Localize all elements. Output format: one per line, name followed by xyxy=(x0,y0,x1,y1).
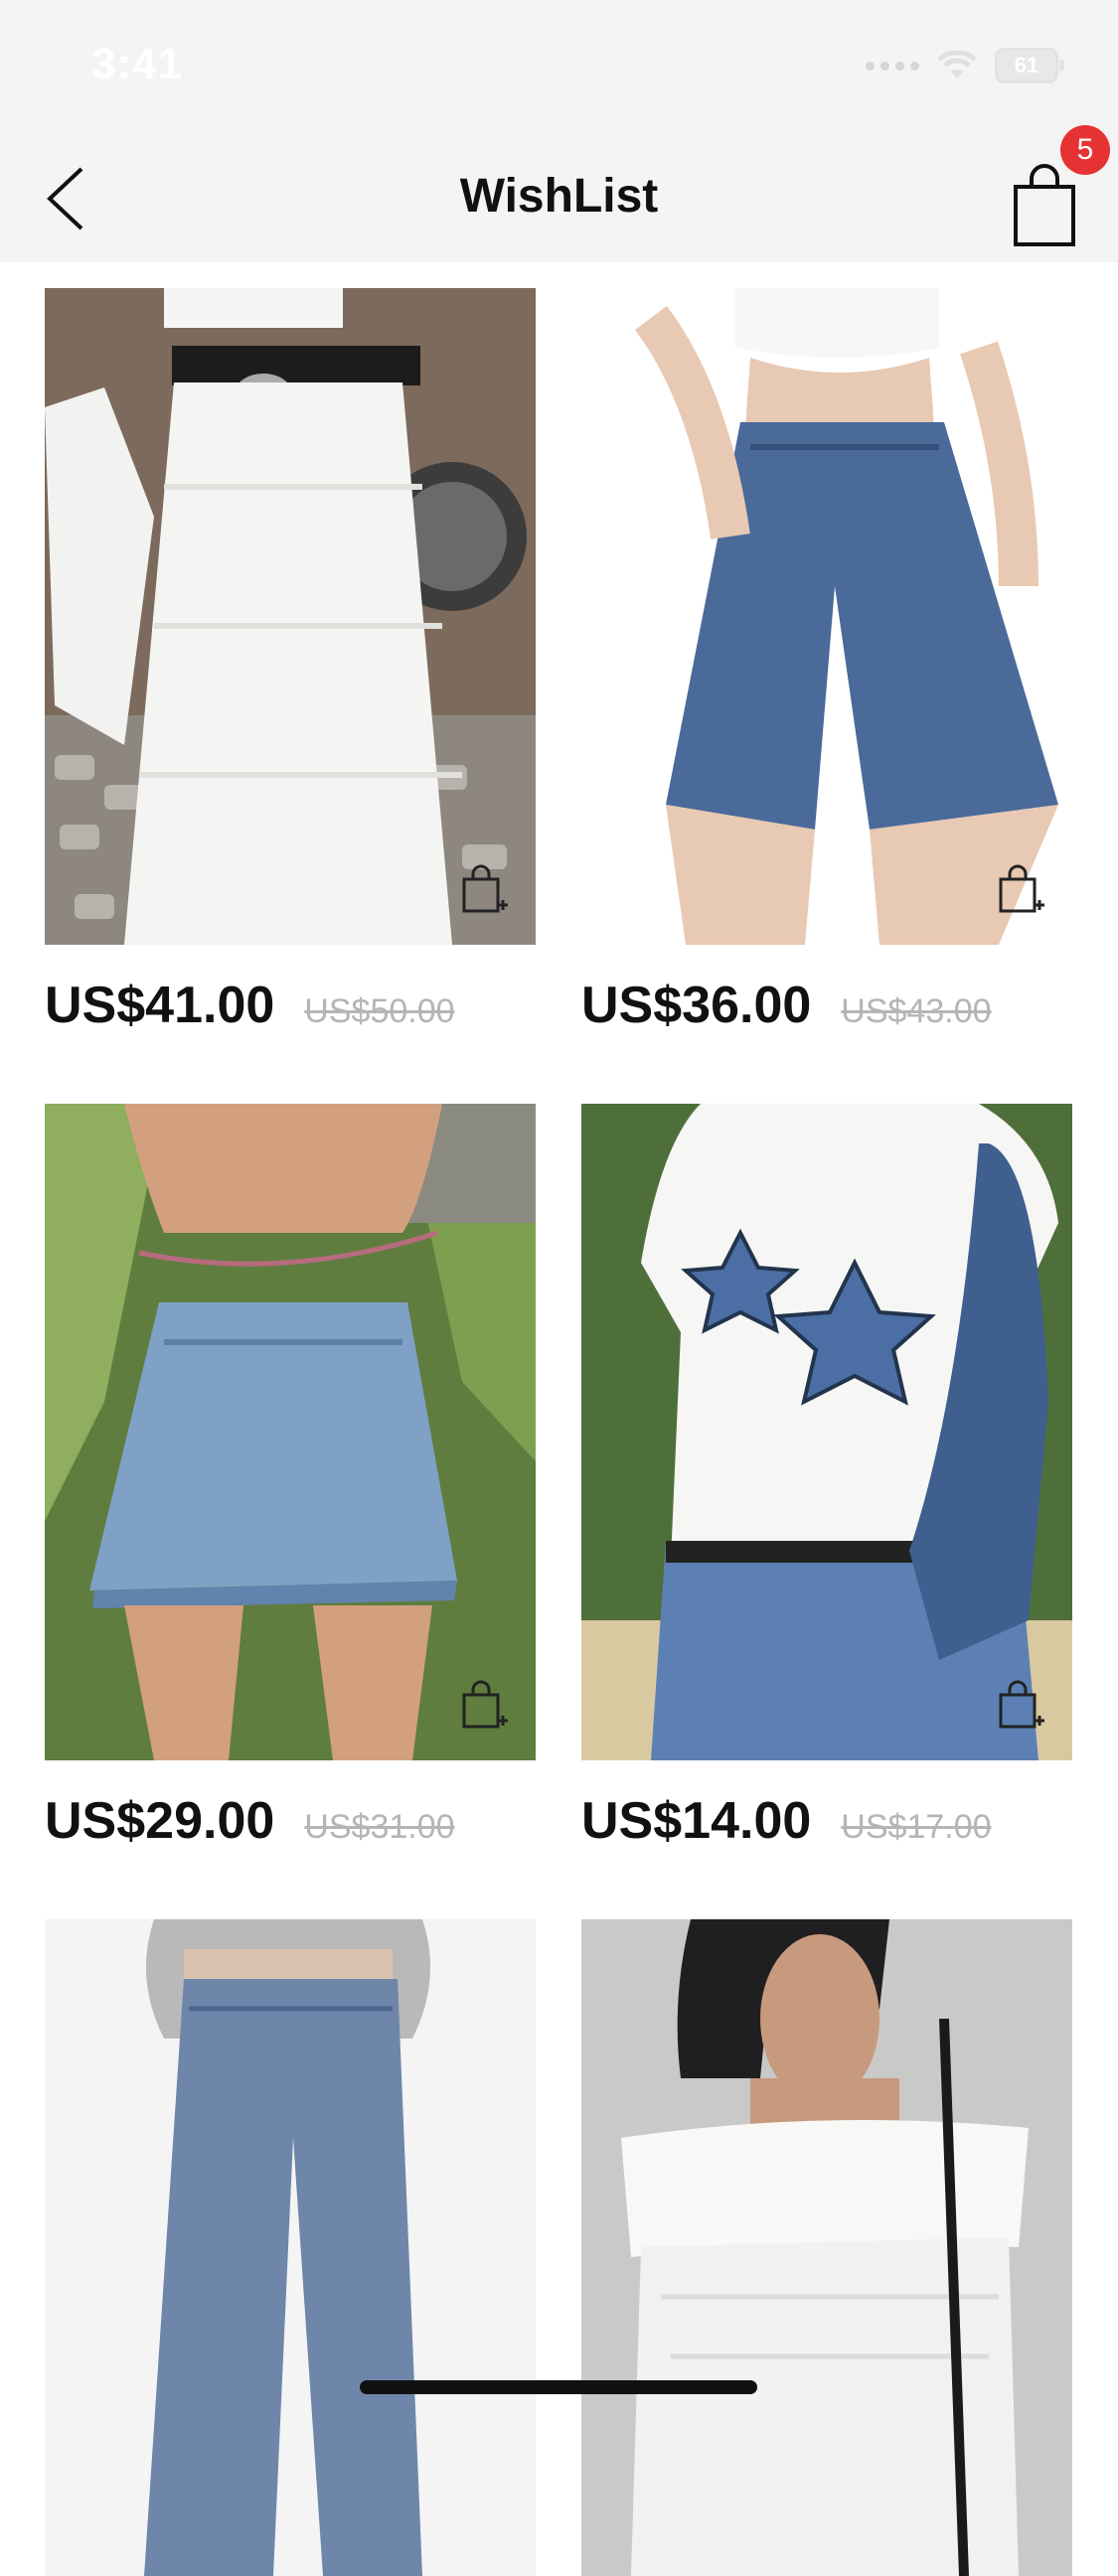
cart-count-badge: 5 xyxy=(1060,125,1110,175)
product-image[interactable] xyxy=(581,1104,1072,1760)
original-price: US$17.00 xyxy=(841,1808,992,1846)
home-indicator xyxy=(360,2380,757,2394)
original-price: US$50.00 xyxy=(304,992,455,1030)
price-row: US$36.00 US$43.00 xyxy=(581,976,992,1035)
nav-bar: WishList xyxy=(0,131,1118,262)
product-image[interactable] xyxy=(581,1919,1072,2576)
add-to-cart-button[interactable] xyxy=(460,1677,510,1733)
add-to-cart-button[interactable] xyxy=(997,861,1046,917)
add-to-cart-button[interactable] xyxy=(997,1677,1046,1733)
product-image[interactable] xyxy=(45,288,536,945)
bag-plus-icon xyxy=(462,864,508,913)
bag-plus-icon xyxy=(462,1680,508,1729)
price: US$41.00 xyxy=(45,977,275,1034)
wifi-icon xyxy=(937,51,977,78)
battery-icon: 61 xyxy=(995,48,1064,83)
original-price: US$31.00 xyxy=(304,1808,455,1846)
price-row: US$41.00 US$50.00 xyxy=(45,976,455,1035)
status-icons: 61 xyxy=(866,48,1064,83)
price: US$36.00 xyxy=(581,977,812,1034)
status-time: 3:41 xyxy=(91,40,184,88)
original-price: US$43.00 xyxy=(841,992,992,1030)
product-image[interactable] xyxy=(581,288,1072,945)
price-row: US$14.00 US$17.00 xyxy=(581,1791,992,1851)
status-bar: 3:41 61 xyxy=(0,0,1118,131)
signal-icon xyxy=(866,61,919,71)
price: US$29.00 xyxy=(45,1792,275,1850)
page-title: WishList xyxy=(459,170,659,223)
bag-plus-icon xyxy=(999,864,1044,913)
bag-plus-icon xyxy=(999,1680,1044,1729)
product-image[interactable] xyxy=(45,1919,536,2576)
price-row: US$29.00 US$31.00 xyxy=(45,1791,455,1851)
product-image[interactable] xyxy=(45,1104,536,1760)
add-to-cart-button[interactable] xyxy=(460,861,510,917)
price: US$14.00 xyxy=(581,1792,812,1850)
